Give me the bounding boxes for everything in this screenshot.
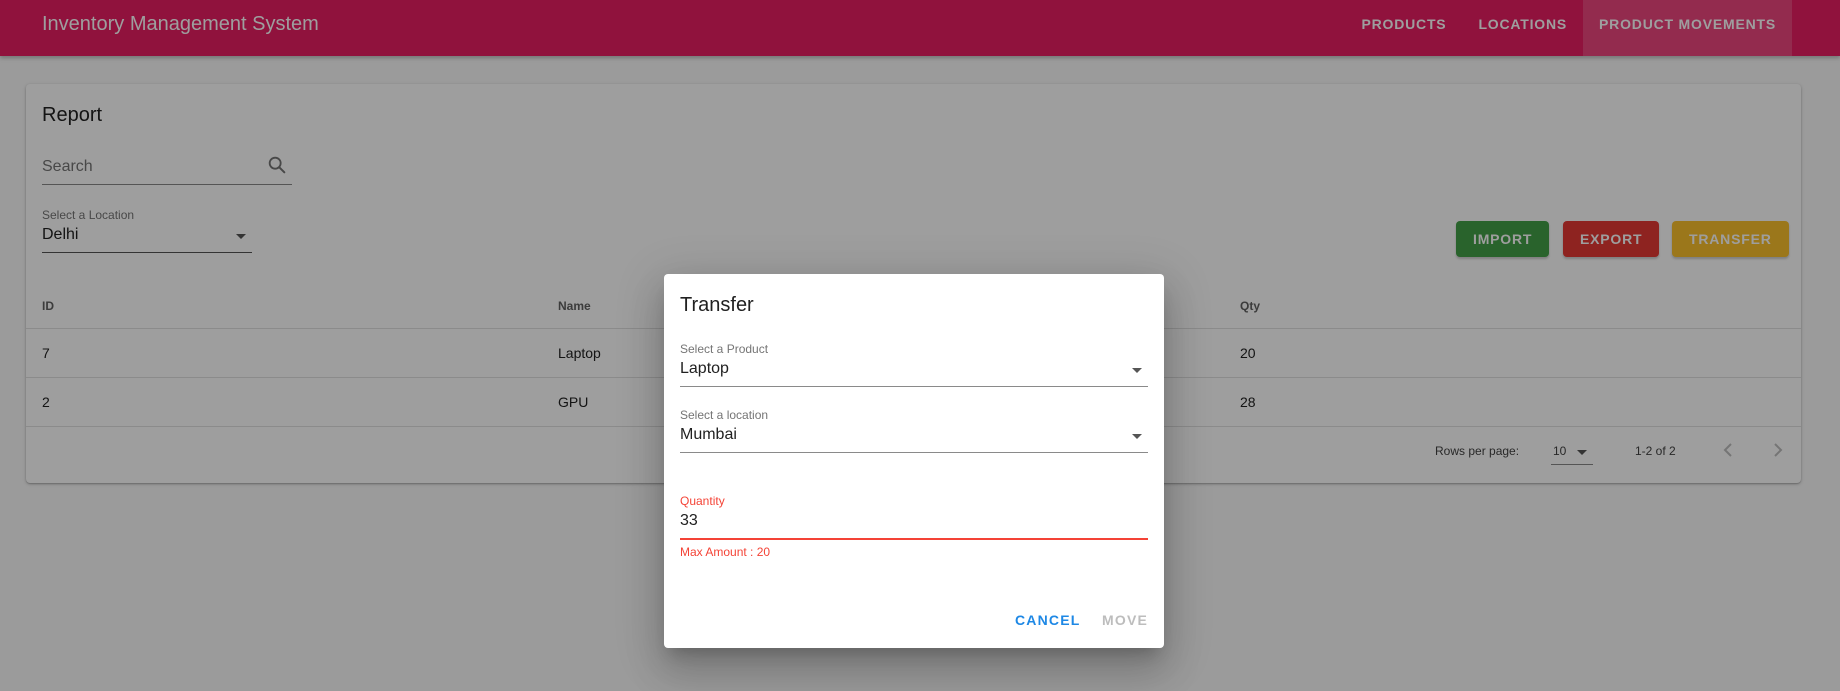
quantity-value: 33	[680, 512, 698, 529]
location-select-label: Select a location	[680, 408, 769, 422]
chevron-down-icon	[1132, 368, 1142, 373]
chevron-down-icon	[1132, 434, 1142, 439]
quantity-label: Quantity	[680, 494, 725, 508]
dialog-title: Transfer	[680, 294, 754, 316]
location-select-value: Mumbai	[680, 426, 737, 443]
product-select-value: Laptop	[680, 360, 729, 377]
quantity-error-text: Max Amount : 20	[680, 545, 771, 559]
product-select-label: Select a Product	[680, 342, 769, 356]
quantity-field[interactable]: Quantity 33	[680, 494, 1148, 540]
product-select[interactable]: Select a Product Laptop	[680, 342, 1148, 387]
location-select[interactable]: Select a location Mumbai	[680, 408, 1148, 453]
move-button[interactable]: MOVE	[1102, 612, 1148, 628]
cancel-button[interactable]: CANCEL	[1015, 612, 1081, 628]
transfer-dialog: Transfer Select a Product Laptop Select …	[664, 274, 1164, 648]
